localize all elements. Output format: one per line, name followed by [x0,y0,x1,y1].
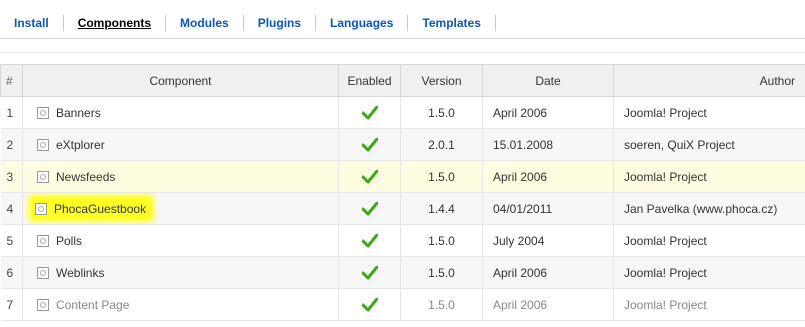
author-cell: Joomla! Project [613,256,805,289]
divider [0,52,805,53]
row-number: 6 [0,256,23,289]
row-number: 3 [0,160,23,193]
highlight-marker: PhocaGuestbook [31,197,153,220]
table-header-row: # Component Enabled Version Date Author [0,64,805,97]
version-cell: 1.5.0 [400,224,483,257]
component-cell: PhocaGuestbook [22,192,339,225]
row-number: 2 [0,128,23,161]
radio-button[interactable] [35,202,47,215]
header-version[interactable]: Version [400,64,483,97]
date-cell: July 2004 [482,224,614,257]
tab-install[interactable]: Install [0,15,64,31]
date-cell: April 2006 [482,160,614,193]
tab-templates[interactable]: Templates [408,15,496,31]
version-cell: 1.5.0 [400,288,483,321]
date-cell: April 2006 [482,96,614,129]
radio-button[interactable] [37,266,49,279]
tab-modules[interactable]: Modules [166,15,244,31]
radio-button[interactable] [37,106,49,119]
component-cell: Weblinks [22,256,339,289]
radio-button[interactable] [37,170,49,183]
component-name: Polls [56,233,83,248]
version-cell: 1.5.0 [400,256,483,289]
version-cell: 1.5.0 [400,160,483,193]
author-cell: Joomla! Project [613,160,805,193]
header-author[interactable]: Author [613,64,805,97]
row-number: 5 [0,224,23,257]
component-name: Banners [56,105,101,120]
component-name: Weblinks [56,265,105,280]
version-cell: 1.5.0 [400,96,483,129]
author-cell: Joomla! Project [613,224,805,257]
components-table: # Component Enabled Version Date Author … [0,64,805,321]
author-cell: Joomla! Project [613,288,805,321]
row-number: 1 [0,96,23,129]
table-row[interactable]: 5 Polls 1.5.0 July 2004 Joomla! Project [0,224,805,257]
table-row[interactable]: 3 Newsfeeds 1.5.0 April 2006 Joomla! Pro… [0,160,805,193]
author-cell: Joomla! Project [613,96,805,129]
check-icon[interactable] [338,288,401,321]
component-cell: eXtplorer [22,128,339,161]
tab-components[interactable]: Components [64,15,167,31]
component-cell: Banners [22,96,339,129]
table-row[interactable]: 4 PhocaGuestbook 1.4.4 04/01/2011 Jan Pa… [0,192,805,225]
check-icon[interactable] [338,192,401,225]
check-icon[interactable] [338,160,401,193]
check-icon[interactable] [338,96,401,129]
header-enabled[interactable]: Enabled [338,64,401,97]
date-cell: 15.01.2008 [482,128,614,161]
table-row[interactable]: 7 Content Page 1.5.0 April 2006 Joomla! … [0,288,805,321]
row-number: 4 [0,192,23,225]
version-cell: 1.4.4 [400,192,483,225]
table-row[interactable]: 2 eXtplorer 2.0.1 15.01.2008 soeren, Qui… [0,128,805,161]
component-name: Newsfeeds [56,169,116,184]
version-cell: 2.0.1 [400,128,483,161]
tab-languages[interactable]: Languages [316,15,409,31]
radio-button[interactable] [37,298,49,311]
component-name: PhocaGuestbook [54,201,147,216]
header-component[interactable]: Component [22,64,339,97]
component-name: Content Page [56,297,130,312]
component-cell: Polls [22,224,339,257]
radio-button[interactable] [37,234,49,247]
author-cell: Jan Pavelka (www.phoca.cz) [613,192,805,225]
date-cell: April 2006 [482,256,614,289]
component-cell: Content Page [22,288,339,321]
date-cell: April 2006 [482,288,614,321]
table-row[interactable]: 6 Weblinks 1.5.0 April 2006 Joomla! Proj… [0,256,805,289]
table-row[interactable]: 1 Banners 1.5.0 April 2006 Joomla! Proje… [0,96,805,129]
author-cell: soeren, QuiX Project [613,128,805,161]
date-cell: 04/01/2011 [482,192,614,225]
check-icon[interactable] [338,128,401,161]
check-icon[interactable] [338,256,401,289]
component-cell: Newsfeeds [22,160,339,193]
radio-button[interactable] [37,138,49,151]
component-name: eXtplorer [56,137,105,152]
header-num[interactable]: # [0,64,23,97]
check-icon[interactable] [338,224,401,257]
header-date[interactable]: Date [482,64,614,97]
row-number: 7 [0,288,23,321]
tab-bar: Install Components Modules Plugins Langu… [0,8,805,39]
tab-plugins[interactable]: Plugins [244,15,317,31]
